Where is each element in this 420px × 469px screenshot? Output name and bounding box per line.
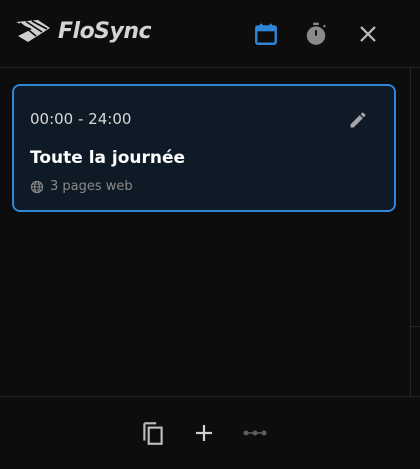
schedule-time-range: 00:00 - 24:00 (30, 110, 132, 128)
app-window: FloSync 00:00 - 24:00 Toute la journée 3… (0, 0, 420, 469)
timer-button[interactable] (302, 20, 330, 48)
footer-toolbar (0, 396, 420, 469)
schedule-meta: 3 pages web (30, 179, 133, 194)
app-logo: FloSync (14, 18, 152, 44)
add-icon (196, 425, 212, 441)
copy-icon (143, 422, 163, 445)
close-button[interactable] (354, 20, 382, 48)
app-name: FloSync (58, 18, 152, 44)
add-button[interactable] (190, 419, 218, 447)
schedule-card[interactable]: 00:00 - 24:00 Toute la journée 3 pages w… (12, 84, 396, 212)
copy-button[interactable] (139, 419, 167, 447)
edit-icon (350, 112, 366, 128)
calendar-icon (255, 23, 277, 45)
more-icon (243, 430, 267, 436)
schedule-pages-count: 3 pages web (50, 179, 133, 194)
timer-icon (306, 22, 326, 45)
scrollbar-track-lower (410, 326, 420, 396)
globe-icon (30, 180, 44, 193)
scrollbar-track[interactable] (410, 68, 420, 326)
flosync-logo-icon (16, 20, 50, 42)
header-bar: FloSync (0, 0, 420, 68)
close-icon (360, 26, 376, 42)
edit-schedule-button[interactable] (346, 108, 370, 132)
schedule-title: Toute la journée (30, 148, 186, 168)
more-button[interactable] (241, 419, 269, 447)
calendar-button[interactable] (252, 20, 280, 48)
